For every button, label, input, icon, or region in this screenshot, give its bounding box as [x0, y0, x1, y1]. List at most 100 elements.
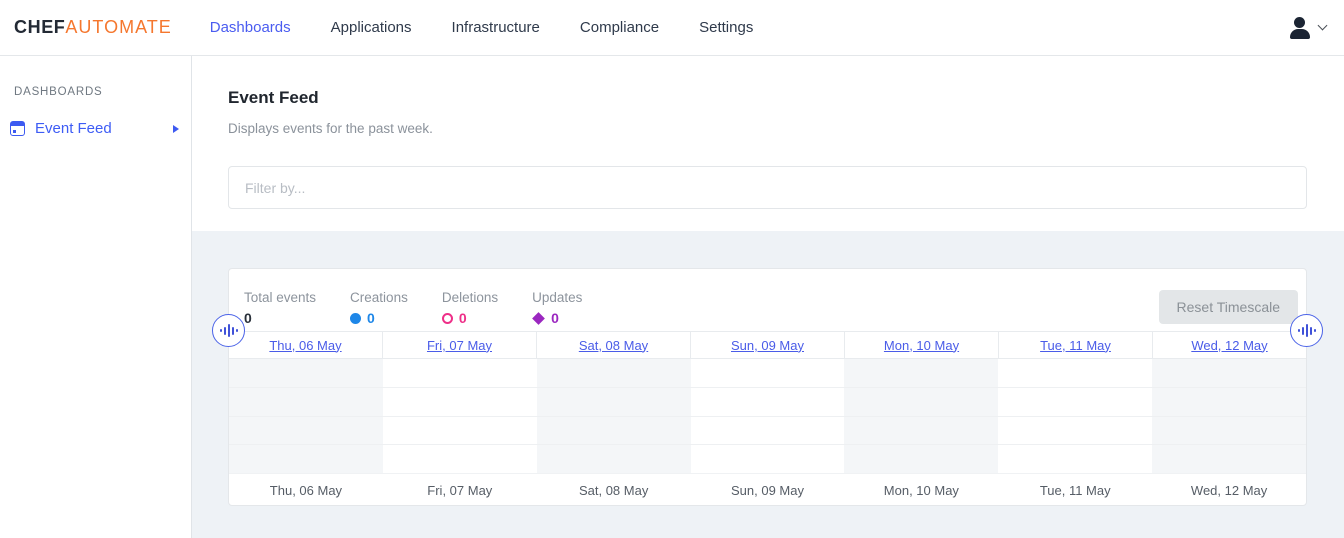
- sidebar-item-event-feed[interactable]: Event Feed: [0, 116, 191, 141]
- logo-chef: CHEF: [14, 17, 65, 37]
- chevron-down-icon: [1318, 21, 1328, 31]
- calendar-icon: [10, 121, 25, 136]
- timeline-cell: [691, 388, 845, 417]
- day-link[interactable]: Mon, 10 May: [884, 338, 959, 353]
- day-link[interactable]: Sat, 08 May: [579, 338, 648, 353]
- nav-settings[interactable]: Settings: [699, 19, 753, 36]
- stat-updates: Updates 0: [532, 290, 582, 326]
- timeline-cell: [844, 445, 998, 473]
- day-axis-label: Wed, 12 May: [1152, 474, 1306, 506]
- stat-number: 0: [244, 310, 252, 326]
- day-link[interactable]: Thu, 06 May: [269, 338, 341, 353]
- stat-label: Creations: [350, 290, 408, 305]
- day-axis-label: Tue, 11 May: [998, 474, 1152, 506]
- stat-value: 0: [532, 310, 582, 326]
- timeline-grid: [229, 359, 1306, 473]
- timeline-cell: [229, 445, 383, 473]
- timeline-cell: [537, 359, 691, 388]
- stat-label: Deletions: [442, 290, 498, 305]
- timeline-header-cell: Fri, 07 May: [383, 332, 537, 358]
- timeline-cell: [998, 445, 1152, 473]
- logo-automate: AUTOMATE: [65, 17, 171, 37]
- timeline-cell: [229, 417, 383, 446]
- stat-creations: Creations 0: [350, 290, 408, 326]
- timeline-column: [691, 359, 845, 473]
- timeline-cell: [383, 388, 537, 417]
- stat-label: Updates: [532, 290, 582, 305]
- stat-deletions: Deletions 0: [442, 290, 498, 326]
- timeline-cell: [844, 359, 998, 388]
- stat-number: 0: [551, 310, 559, 326]
- timeline-header-cell: Mon, 10 May: [845, 332, 999, 358]
- nav-applications[interactable]: Applications: [331, 19, 412, 36]
- page-head: Event Feed Displays events for the past …: [192, 56, 1344, 231]
- timeline-cell: [229, 359, 383, 388]
- main-content: Event Feed Displays events for the past …: [192, 56, 1344, 538]
- stat-total-events: Total events 0: [244, 290, 316, 326]
- timescale-handle-right[interactable]: [1290, 314, 1323, 347]
- timeline-column: [383, 359, 537, 473]
- filter-input[interactable]: [228, 166, 1307, 209]
- timeline-cell: [844, 417, 998, 446]
- user-menu[interactable]: [1289, 17, 1326, 39]
- day-axis-label: Sat, 08 May: [537, 474, 691, 506]
- event-feed-card: Total events 0 Creations 0: [228, 268, 1307, 506]
- outlined-circle-icon: [442, 313, 453, 324]
- stat-value: 0: [350, 310, 408, 326]
- day-link[interactable]: Tue, 11 May: [1040, 338, 1111, 353]
- timeline-cell: [537, 445, 691, 473]
- timeline-cell: [844, 388, 998, 417]
- timeline-cell: [691, 359, 845, 388]
- filled-circle-icon: [350, 313, 361, 324]
- timeline-header-cell: Sat, 08 May: [537, 332, 691, 358]
- sidebar: DASHBOARDS Event Feed: [0, 56, 192, 538]
- timeline-column: [1152, 359, 1306, 473]
- stat-label: Total events: [244, 290, 316, 305]
- day-axis-label: Mon, 10 May: [844, 474, 998, 506]
- stat-value: 0: [442, 310, 498, 326]
- sidebar-heading: DASHBOARDS: [0, 86, 191, 98]
- timeline-column: [229, 359, 383, 473]
- timeline-header-cell: Tue, 11 May: [999, 332, 1153, 358]
- day-link[interactable]: Sun, 09 May: [731, 338, 804, 353]
- timeline-cell: [691, 417, 845, 446]
- timeline-cell: [383, 417, 537, 446]
- timeline-chart: Thu, 06 May Fri, 07 May Sat, 08 May Sun,…: [229, 331, 1306, 506]
- timeline-header-cell: Thu, 06 May: [229, 332, 383, 358]
- user-icon: [1289, 17, 1311, 39]
- timeline-header-row: Thu, 06 May Fri, 07 May Sat, 08 May Sun,…: [229, 331, 1306, 359]
- nav-compliance[interactable]: Compliance: [580, 19, 659, 36]
- timeline-cell: [383, 359, 537, 388]
- timeline-cell: [1152, 417, 1306, 446]
- page-subtitle: Displays events for the past week.: [228, 121, 1307, 136]
- timeline-cell: [229, 388, 383, 417]
- page-title: Event Feed: [228, 88, 1307, 108]
- top-nav: CHEFAUTOMATE Dashboards Applications Inf…: [0, 0, 1344, 56]
- card-toolbar: Total events 0 Creations 0: [229, 269, 1306, 331]
- stat-number: 0: [367, 310, 375, 326]
- day-link[interactable]: Fri, 07 May: [427, 338, 492, 353]
- timeline-header-cell: Wed, 12 May: [1153, 332, 1306, 358]
- timeline-header-cell: Sun, 09 May: [691, 332, 845, 358]
- timeline-column: [844, 359, 998, 473]
- sidebar-item-label: Event Feed: [35, 120, 173, 137]
- arrow-right-icon: [173, 125, 179, 133]
- timescale-handle-left[interactable]: [212, 314, 245, 347]
- timeline-column: [998, 359, 1152, 473]
- timeline-cell: [537, 417, 691, 446]
- reset-timescale-button[interactable]: Reset Timescale: [1159, 290, 1298, 324]
- timeline-cell: [537, 388, 691, 417]
- timeline-cell: [998, 388, 1152, 417]
- day-axis-label: Fri, 07 May: [383, 474, 537, 506]
- day-link[interactable]: Wed, 12 May: [1191, 338, 1267, 353]
- stat-number: 0: [459, 310, 467, 326]
- event-stats: Total events 0 Creations 0: [244, 290, 582, 326]
- timeline-footer-row: Thu, 06 May Fri, 07 May Sat, 08 May Sun,…: [229, 473, 1306, 506]
- timeline-cell: [998, 417, 1152, 446]
- timeline-cell: [1152, 359, 1306, 388]
- timeline-cell: [691, 445, 845, 473]
- stat-value: 0: [244, 310, 316, 326]
- nav-dashboards[interactable]: Dashboards: [210, 19, 291, 36]
- chef-automate-logo[interactable]: CHEFAUTOMATE: [14, 17, 172, 38]
- nav-infrastructure[interactable]: Infrastructure: [452, 19, 540, 36]
